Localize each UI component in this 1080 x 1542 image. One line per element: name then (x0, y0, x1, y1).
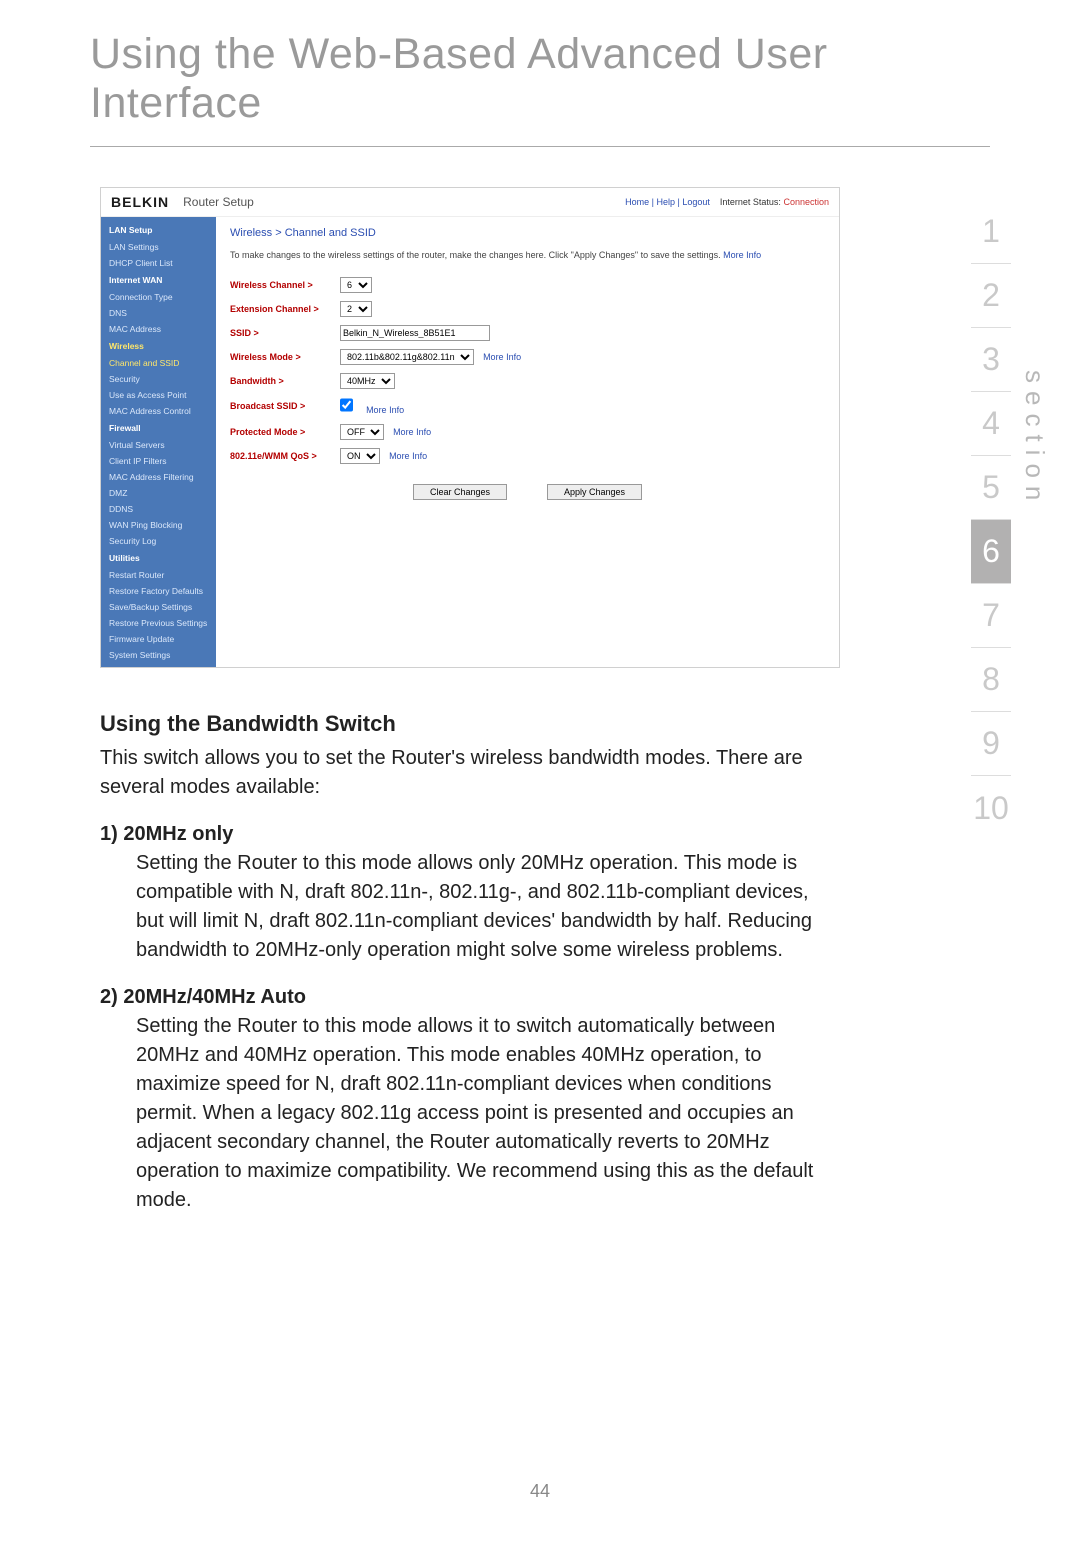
apply-changes-button[interactable]: Apply Changes (547, 484, 642, 500)
internet-status-value: Connection (783, 197, 829, 207)
nav-virtual-servers[interactable]: Virtual Servers (101, 437, 216, 453)
belkin-logo: BELKIN (111, 194, 169, 210)
wireless-channel-select[interactable]: 6 (340, 277, 372, 293)
page-description-more-info[interactable]: More Info (723, 250, 761, 260)
section-index-10[interactable]: 10 (971, 776, 1011, 840)
mode-2-body: Setting the Router to this mode allows i… (136, 1012, 820, 1215)
nav-lan-settings[interactable]: LAN Settings (101, 239, 216, 255)
protected-mode-select[interactable]: OFF (340, 424, 384, 440)
clear-changes-button[interactable]: Clear Changes (413, 484, 507, 500)
nav-client-ip-filters[interactable]: Client IP Filters (101, 453, 216, 469)
mode-2-heading: 2) 20MHz/40MHz Auto (100, 983, 820, 1012)
wmm-qos-label: 802.11e/WMM QoS > (230, 451, 340, 461)
wireless-mode-select[interactable]: 802.11b&802.11g&802.11n (340, 349, 474, 365)
section-index-5[interactable]: 5 (971, 456, 1011, 520)
nav-cat-utilities: Utilities (101, 549, 216, 567)
nav-connection-type[interactable]: Connection Type (101, 289, 216, 305)
breadcrumb: Wireless > Channel and SSID (230, 227, 825, 239)
nav-dns[interactable]: DNS (101, 305, 216, 321)
broadcast-ssid-more-info[interactable]: More Info (366, 405, 404, 415)
nav-dmz[interactable]: DMZ (101, 485, 216, 501)
nav-cat-internet-wan: Internet WAN (101, 271, 216, 289)
section-index: 1 2 3 4 5 6 7 8 9 10 section (971, 200, 1050, 840)
page-heading: Using the Web-Based Advanced User Interf… (0, 0, 1080, 138)
section-index-9[interactable]: 9 (971, 712, 1011, 776)
nav-wan-ping-blocking[interactable]: WAN Ping Blocking (101, 517, 216, 533)
section-index-2[interactable]: 2 (971, 264, 1011, 328)
nav-restore-defaults[interactable]: Restore Factory Defaults (101, 583, 216, 599)
page-number: 44 (0, 1481, 1080, 1502)
broadcast-ssid-checkbox[interactable] (340, 397, 353, 413)
link-logout[interactable]: Logout (682, 197, 710, 207)
sidebar-nav: LAN Setup LAN Settings DHCP Client List … (101, 217, 216, 667)
section-index-7[interactable]: 7 (971, 584, 1011, 648)
ssid-label: SSID > (230, 328, 340, 338)
bandwidth-select[interactable]: 40MHz (340, 373, 395, 389)
nav-cat-wireless: Wireless (101, 337, 216, 355)
nav-save-backup[interactable]: Save/Backup Settings (101, 599, 216, 615)
nav-channel-ssid[interactable]: Channel and SSID (101, 355, 216, 371)
header-links: Home | Help | Logout Internet Status: Co… (625, 197, 829, 207)
extension-channel-select[interactable]: 2 (340, 301, 372, 317)
wmm-qos-more-info[interactable]: More Info (389, 451, 427, 461)
ssid-input[interactable] (340, 325, 490, 341)
nav-firmware-update[interactable]: Firmware Update (101, 631, 216, 647)
page-description: To make changes to the wireless settings… (230, 249, 825, 263)
wmm-qos-select[interactable]: ON (340, 448, 380, 464)
broadcast-ssid-label: Broadcast SSID > (230, 401, 340, 411)
internet-status-label: Internet Status: (720, 197, 781, 207)
extension-channel-label: Extension Channel > (230, 304, 340, 314)
nav-mac-address[interactable]: MAC Address (101, 321, 216, 337)
section-index-1[interactable]: 1 (971, 200, 1011, 264)
protected-mode-label: Protected Mode > (230, 427, 340, 437)
link-help[interactable]: Help (656, 197, 675, 207)
nav-mac-address-control[interactable]: MAC Address Control (101, 403, 216, 419)
bandwidth-switch-heading: Using the Bandwidth Switch (100, 708, 820, 740)
nav-restart-router[interactable]: Restart Router (101, 567, 216, 583)
section-index-8[interactable]: 8 (971, 648, 1011, 712)
nav-security[interactable]: Security (101, 371, 216, 387)
nav-system-settings[interactable]: System Settings (101, 647, 216, 663)
nav-mac-address-filtering[interactable]: MAC Address Filtering (101, 469, 216, 485)
mode-1-heading: 1) 20MHz only (100, 820, 820, 849)
nav-ddns[interactable]: DDNS (101, 501, 216, 517)
bandwidth-label: Bandwidth > (230, 376, 340, 386)
nav-use-as-ap[interactable]: Use as Access Point (101, 387, 216, 403)
router-setup-screenshot: BELKIN Router Setup Home | Help | Logout… (100, 187, 840, 668)
section-label-rotated: section (1019, 370, 1050, 508)
protected-mode-more-info[interactable]: More Info (393, 427, 431, 437)
link-home[interactable]: Home (625, 197, 649, 207)
wireless-mode-label: Wireless Mode > (230, 352, 340, 362)
nav-restore-prev[interactable]: Restore Previous Settings (101, 615, 216, 631)
wireless-mode-more-info[interactable]: More Info (483, 352, 521, 362)
wireless-channel-label: Wireless Channel > (230, 280, 340, 290)
nav-cat-lan-setup: LAN Setup (101, 221, 216, 239)
router-setup-title: Router Setup (183, 195, 254, 209)
section-index-4[interactable]: 4 (971, 392, 1011, 456)
nav-cat-firewall: Firewall (101, 419, 216, 437)
nav-security-log[interactable]: Security Log (101, 533, 216, 549)
nav-dhcp-client-list[interactable]: DHCP Client List (101, 255, 216, 271)
page-heading-rule (90, 146, 990, 147)
bandwidth-switch-paragraph: This switch allows you to set the Router… (100, 744, 820, 802)
mode-1-body: Setting the Router to this mode allows o… (136, 849, 820, 965)
page-description-text: To make changes to the wireless settings… (230, 250, 723, 260)
section-index-3[interactable]: 3 (971, 328, 1011, 392)
section-index-6[interactable]: 6 (971, 520, 1011, 584)
